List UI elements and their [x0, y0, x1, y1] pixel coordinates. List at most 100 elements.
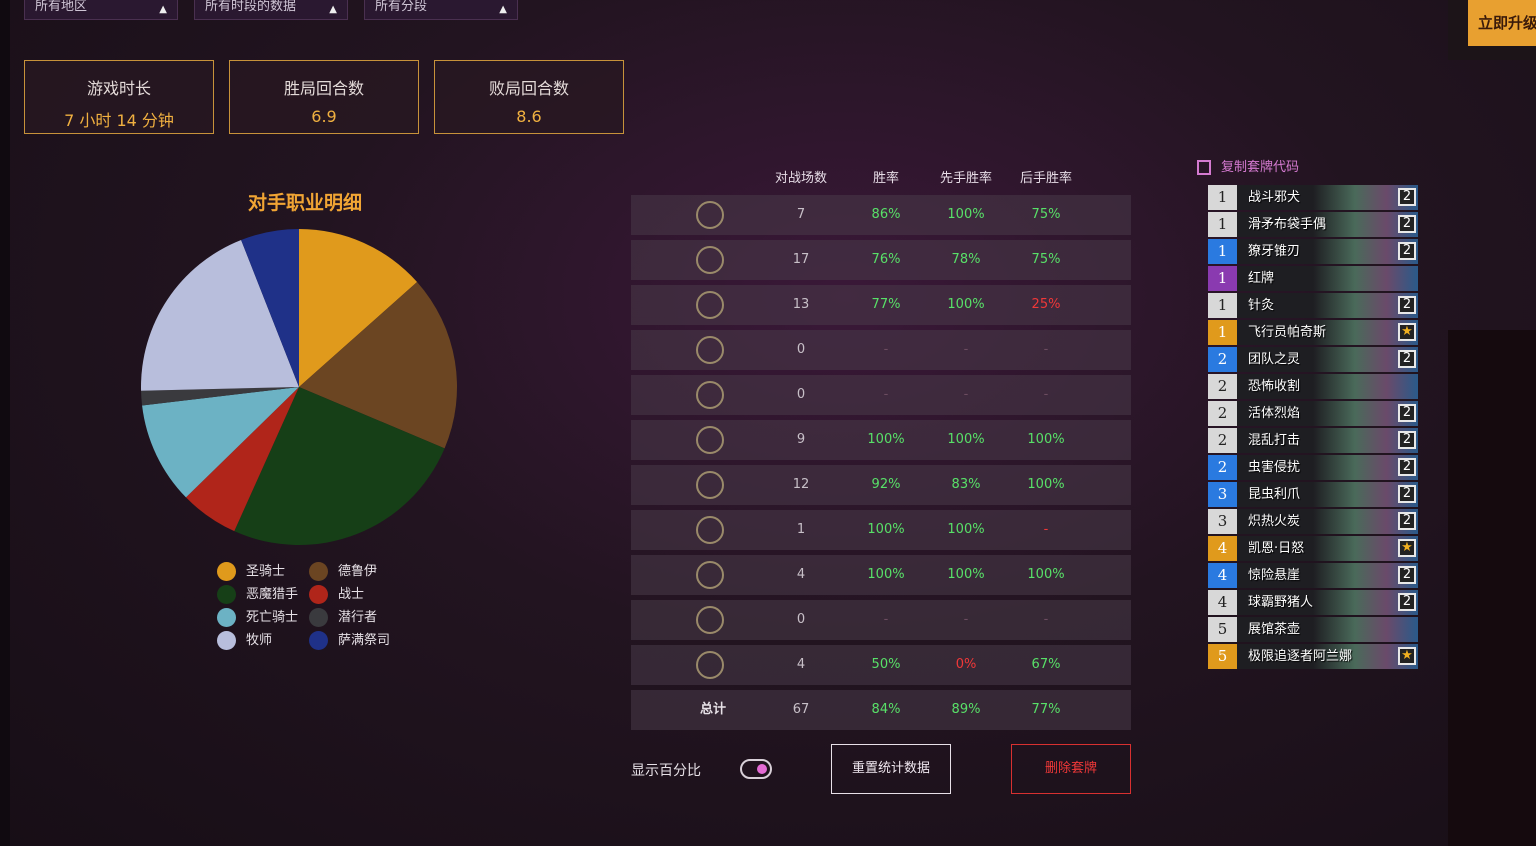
second-winrate-cell: 67% — [1031, 657, 1061, 672]
total-label: 总计 — [699, 702, 726, 717]
deck-card[interactable]: 2 混乱打击 2 — [1208, 428, 1418, 453]
games-cell: 0 — [796, 612, 806, 627]
deck-card[interactable]: 1 针灸 2 — [1208, 293, 1418, 318]
deck-card[interactable]: 2 虫害侵扰 2 — [1208, 455, 1418, 480]
left-edge — [0, 0, 10, 846]
rank-dropdown-label: 所有分段 — [375, 0, 428, 14]
first-winrate-cell: 100% — [947, 432, 985, 447]
deck-card[interactable]: 5 展馆茶壶 — [1208, 617, 1418, 642]
second-winrate-cell: 75% — [1031, 207, 1061, 222]
deck-card[interactable]: 1 獠牙锥刃 2 — [1208, 239, 1418, 264]
timeframe-dropdown-label: 所有时段的数据 — [205, 0, 297, 14]
table-row: 0 - - - — [631, 600, 1131, 640]
card-cost: 3 — [1208, 482, 1237, 507]
col-games-header: 对战场数 — [774, 171, 827, 186]
region-dropdown[interactable]: 所有地区 ▲ — [24, 0, 178, 20]
card-name: 獠牙锥刃 — [1248, 244, 1301, 259]
legend-item: 潜行者 — [309, 608, 377, 628]
warlock-class-icon — [696, 381, 724, 409]
legend-swatch — [309, 631, 328, 650]
win-turns-value: 6.9 — [311, 107, 337, 126]
deck-card[interactable]: 3 炽热火炭 2 — [1208, 509, 1418, 534]
first-winrate-cell: - — [963, 612, 969, 627]
first-winrate-cell: 89% — [951, 702, 981, 717]
deck-card[interactable]: 1 滑矛布袋手偶 2 — [1208, 212, 1418, 237]
playtime-label: 游戏时长 — [86, 79, 151, 98]
copy-deck-code-label: 复制套牌代码 — [1221, 160, 1300, 175]
card-count: 2 — [1398, 431, 1416, 449]
show-percent-label: 显示百分比 — [631, 763, 701, 779]
deck-card[interactable]: 2 活体烈焰 2 — [1208, 401, 1418, 426]
win-turns-box: 胜局回合数 6.9 — [229, 60, 419, 134]
playtime-box: 游戏时长 7 小时 14 分钟 — [24, 60, 214, 134]
table-row: 1 100% 100% - — [631, 510, 1131, 550]
card-count: 2 — [1398, 350, 1416, 368]
deck-card[interactable]: 2 恐怖收割 — [1208, 374, 1418, 399]
games-cell: 17 — [792, 252, 810, 267]
table-row: 0 - - - — [631, 330, 1131, 370]
card-cost: 1 — [1208, 320, 1237, 345]
caret-up-icon: ▲ — [329, 4, 337, 15]
deck-card[interactable]: 4 凯恩·日怒 ★ — [1208, 536, 1418, 561]
show-percent-toggle[interactable] — [740, 759, 772, 779]
card-name: 红牌 — [1248, 271, 1275, 286]
card-name: 展馆茶壶 — [1248, 622, 1301, 637]
second-winrate-cell: 100% — [1027, 477, 1065, 492]
region-dropdown-label: 所有地区 — [35, 0, 88, 14]
second-winrate-cell: 77% — [1031, 702, 1061, 717]
col-winrate-header: 胜率 — [872, 171, 899, 186]
first-winrate-cell: 78% — [951, 252, 981, 267]
first-winrate-cell: 100% — [947, 297, 985, 312]
card-count: 2 — [1398, 188, 1416, 206]
reset-stats-button[interactable]: 重置统计数据 — [831, 744, 951, 794]
legend-item: 圣骑士 — [217, 562, 285, 582]
card-name: 凯恩·日怒 — [1248, 541, 1305, 556]
card-count: 2 — [1398, 296, 1416, 314]
caret-up-icon: ▲ — [159, 4, 167, 15]
hunter-class-icon — [696, 516, 724, 544]
first-winrate-cell: - — [963, 342, 969, 357]
rank-dropdown[interactable]: 所有分段 ▲ — [364, 0, 518, 20]
winrate-cell: 100% — [867, 522, 905, 537]
upgrade-button[interactable]: 立即升级 — [1468, 0, 1536, 46]
timeframe-dropdown[interactable]: 所有时段的数据 ▲ — [194, 0, 348, 20]
card-name: 针灸 — [1248, 298, 1275, 313]
deck-card[interactable]: 1 红牌 — [1208, 266, 1418, 291]
deck-card[interactable]: 1 战斗邪犬 2 — [1208, 185, 1418, 210]
card-cost: 5 — [1208, 644, 1237, 669]
legend-item: 死亡骑士 — [217, 608, 298, 628]
loss-turns-label: 败局回合数 — [488, 79, 569, 98]
legend-swatch — [217, 562, 236, 581]
winrate-cell: - — [883, 342, 889, 357]
deck-card[interactable]: 4 球霸野猪人 2 — [1208, 590, 1418, 615]
winrate-cell: - — [883, 387, 889, 402]
win-turns-label: 胜局回合数 — [283, 79, 364, 98]
card-name: 活体烈焰 — [1248, 406, 1301, 421]
games-cell: 12 — [792, 477, 810, 492]
shaman-class-icon — [696, 606, 724, 634]
legend-label: 圣骑士 — [246, 564, 286, 579]
deck-card[interactable]: 2 团队之灵 2 — [1208, 347, 1418, 372]
deck-card[interactable]: 4 惊险悬崖 2 — [1208, 563, 1418, 588]
legendary-star-icon: ★ — [1398, 647, 1416, 665]
winrate-cell: 77% — [871, 297, 901, 312]
first-winrate-cell: 83% — [951, 477, 981, 492]
toggle-knob — [757, 764, 767, 774]
legend-label: 德鲁伊 — [338, 564, 378, 579]
card-cost: 5 — [1208, 617, 1237, 642]
deck-card[interactable]: 5 极限追逐者阿兰娜 ★ — [1208, 644, 1418, 669]
col-second-winrate-header: 后手胜率 — [1019, 171, 1072, 186]
mage-class-icon — [696, 201, 724, 229]
delete-deck-button[interactable]: 删除套牌 — [1011, 744, 1131, 794]
legend-label: 恶魔猎手 — [246, 587, 299, 602]
rogue-class-icon — [696, 336, 724, 364]
first-winrate-cell: 100% — [947, 207, 985, 222]
deck-card[interactable]: 3 昆虫利爪 2 — [1208, 482, 1418, 507]
card-count: 2 — [1398, 215, 1416, 233]
druid-class-icon — [696, 471, 724, 499]
copy-deck-code-link[interactable]: 复制套牌代码 — [1197, 156, 1299, 175]
second-winrate-cell: 100% — [1027, 432, 1065, 447]
card-name: 战斗邪犬 — [1248, 190, 1301, 205]
caret-up-icon: ▲ — [499, 4, 507, 15]
deck-card[interactable]: 1 飞行员帕奇斯 ★ — [1208, 320, 1418, 345]
